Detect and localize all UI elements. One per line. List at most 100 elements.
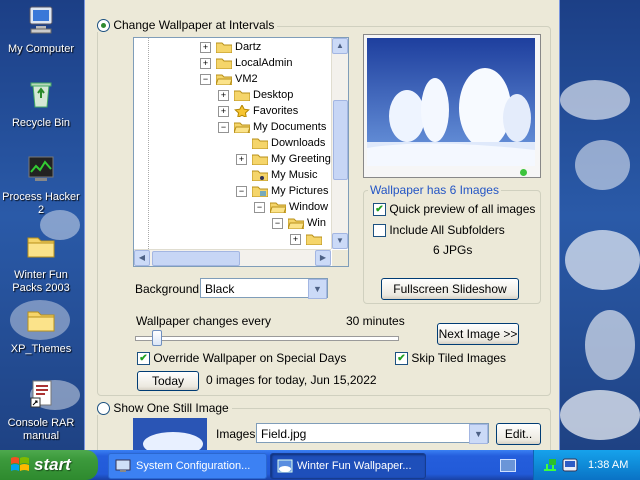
skip-tiled-option[interactable]: ✔ Skip Tiled Images bbox=[395, 351, 507, 366]
expand-icon[interactable]: + bbox=[200, 58, 211, 69]
desktop-icon-xp-themes[interactable]: XP_Themes bbox=[0, 304, 82, 356]
start-button[interactable]: start bbox=[0, 450, 98, 480]
tree-item-label: Desktop bbox=[253, 89, 294, 101]
folder-tree[interactable]: + Dartz + LocalAdmin − VM2 + Desktop + Favorites −… bbox=[133, 37, 349, 267]
scroll-thumb[interactable] bbox=[333, 100, 348, 180]
scroll-down-icon[interactable]: ▼ bbox=[332, 233, 348, 249]
desktop-icon-my-computer[interactable]: My Computer bbox=[0, 4, 82, 56]
taskbar: start System Configuration... Winter Fun… bbox=[0, 450, 640, 480]
fullscreen-slideshow-button[interactable]: Fullscreen Slideshow bbox=[381, 278, 519, 300]
background-value: Black bbox=[205, 282, 235, 296]
wallpaper-dialog: Change Wallpaper at Intervals + Dartz + Loc… bbox=[84, 0, 560, 456]
scroll-left-icon[interactable]: ◀ bbox=[134, 250, 150, 266]
music-folder-icon bbox=[252, 170, 268, 181]
edit-button[interactable]: Edit.. bbox=[496, 423, 541, 445]
interval-slider-track[interactable] bbox=[135, 336, 399, 341]
pictures-folder-icon bbox=[252, 186, 268, 197]
tree-vertical-scrollbar[interactable]: ▲ ▼ bbox=[331, 38, 348, 249]
images-label: Images: bbox=[216, 427, 259, 441]
icon-label: Process Hacker 2 bbox=[2, 191, 80, 216]
override-label: Override Wallpaper on Special Days bbox=[153, 351, 347, 365]
network-icon[interactable] bbox=[542, 457, 558, 473]
tree-item-label: My Music bbox=[271, 169, 318, 181]
tree-item[interactable]: − Win bbox=[134, 215, 332, 231]
still-image-thumbnail bbox=[133, 418, 207, 450]
override-checkbox[interactable]: ✔ bbox=[137, 352, 150, 366]
preview-image bbox=[367, 38, 535, 166]
tree-item[interactable]: + Desktop bbox=[134, 87, 332, 103]
desktop-icon-recycle-bin[interactable]: Recycle Bin bbox=[0, 78, 82, 130]
chevron-down-icon[interactable]: ▼ bbox=[308, 279, 327, 299]
collapse-icon[interactable]: − bbox=[218, 122, 229, 133]
tree-item[interactable]: + Dartz bbox=[134, 39, 332, 55]
folder-icon bbox=[252, 138, 268, 149]
desktop-icon-winter-fun-packs[interactable]: Winter Fun Packs 2003 bbox=[0, 230, 82, 295]
chevron-down-icon[interactable]: ▼ bbox=[469, 424, 488, 444]
tree-item[interactable]: + LocalAdmin bbox=[134, 55, 332, 71]
skip-tiled-checkbox[interactable]: ✔ bbox=[395, 352, 408, 366]
scroll-right-icon[interactable]: ▶ bbox=[315, 250, 331, 266]
interval-slider-thumb[interactable] bbox=[151, 330, 162, 346]
scroll-up-icon[interactable]: ▲ bbox=[332, 38, 348, 54]
include-subfolders-checkbox[interactable] bbox=[373, 224, 386, 238]
tree-item[interactable]: − Window bbox=[134, 199, 332, 215]
quick-preview-option[interactable]: ✔ Quick preview of all images bbox=[373, 202, 535, 217]
radio-button[interactable] bbox=[97, 19, 110, 33]
tree-item-label: Win bbox=[307, 217, 326, 229]
collapse-icon[interactable]: − bbox=[254, 202, 265, 213]
expand-icon[interactable]: + bbox=[218, 90, 229, 101]
include-subfolders-option[interactable]: Include All Subfolders bbox=[373, 223, 505, 238]
tree-horizontal-scrollbar[interactable]: ◀ ▶ bbox=[134, 249, 331, 266]
windows-logo-icon bbox=[11, 457, 29, 471]
today-button[interactable]: Today bbox=[137, 371, 199, 391]
tree-item[interactable]: − VM2 bbox=[134, 71, 332, 87]
desktop-icon-process-hacker[interactable]: Process Hacker 2 bbox=[0, 152, 82, 217]
tree-item[interactable]: − My Documents bbox=[134, 119, 332, 135]
tree-item-label: Downloads bbox=[271, 137, 326, 149]
tree-item[interactable]: + Favorites bbox=[134, 103, 332, 119]
task-label: Winter Fun Wallpaper... bbox=[297, 460, 412, 472]
tree-item-label: My Documents bbox=[253, 121, 327, 133]
quick-preview-checkbox[interactable]: ✔ bbox=[373, 203, 386, 217]
collapse-icon[interactable]: − bbox=[272, 218, 283, 229]
images-select[interactable]: Field.jpg ▼ bbox=[256, 423, 489, 444]
keyboard-icon[interactable] bbox=[500, 459, 516, 472]
tree-item-label: My Greeting bbox=[271, 153, 331, 165]
tray-app-icon[interactable] bbox=[562, 457, 578, 473]
background-select[interactable]: Black ▼ bbox=[200, 278, 328, 299]
folder-icon bbox=[216, 58, 232, 69]
icon-label: My Computer bbox=[7, 43, 75, 55]
tree-item[interactable]: Downloads bbox=[134, 135, 332, 151]
expand-icon[interactable]: + bbox=[200, 42, 211, 53]
folder-icon bbox=[306, 234, 322, 245]
tree-item[interactable]: − My Pictures bbox=[134, 183, 332, 199]
tree-item[interactable]: + My Greeting bbox=[134, 151, 332, 167]
interval-radio-label: Change Wallpaper at Intervals bbox=[113, 18, 275, 32]
star-icon bbox=[234, 105, 250, 117]
expand-icon[interactable]: + bbox=[290, 234, 301, 245]
radio-button[interactable] bbox=[97, 402, 110, 416]
task-system-configuration[interactable]: System Configuration... bbox=[108, 453, 267, 479]
tree-item[interactable]: My Music bbox=[134, 167, 332, 183]
task-winter-fun-wallpaper[interactable]: Winter Fun Wallpaper... bbox=[270, 453, 426, 479]
desktop-icon-console-rar[interactable]: Console RAR manual bbox=[0, 378, 82, 443]
wallpaper-app-icon bbox=[277, 459, 293, 473]
interval-radio[interactable]: Change Wallpaper at Intervals bbox=[94, 18, 278, 33]
collapse-icon[interactable]: − bbox=[200, 74, 211, 85]
tree-item[interactable]: + bbox=[134, 231, 332, 247]
override-option[interactable]: ✔ Override Wallpaper on Special Days bbox=[137, 351, 347, 366]
collapse-icon[interactable]: − bbox=[236, 186, 247, 197]
wallpaper-info-title: Wallpaper has 6 Images bbox=[368, 183, 501, 197]
still-image-radio[interactable]: Show One Still Image bbox=[94, 401, 232, 416]
next-image-button[interactable]: Next Image >> bbox=[437, 323, 519, 345]
skip-tiled-label: Skip Tiled Images bbox=[411, 351, 507, 365]
expand-icon[interactable]: + bbox=[218, 106, 229, 117]
tree-item-label: Window bbox=[289, 201, 329, 213]
scroll-thumb[interactable] bbox=[152, 251, 240, 266]
folder-icon bbox=[234, 90, 250, 101]
icon-label: Winter Fun Packs 2003 bbox=[12, 269, 70, 294]
icon-label: XP_Themes bbox=[10, 343, 72, 355]
folder-icon bbox=[216, 42, 232, 53]
folder-icon bbox=[27, 311, 55, 332]
expand-icon[interactable]: + bbox=[236, 154, 247, 165]
